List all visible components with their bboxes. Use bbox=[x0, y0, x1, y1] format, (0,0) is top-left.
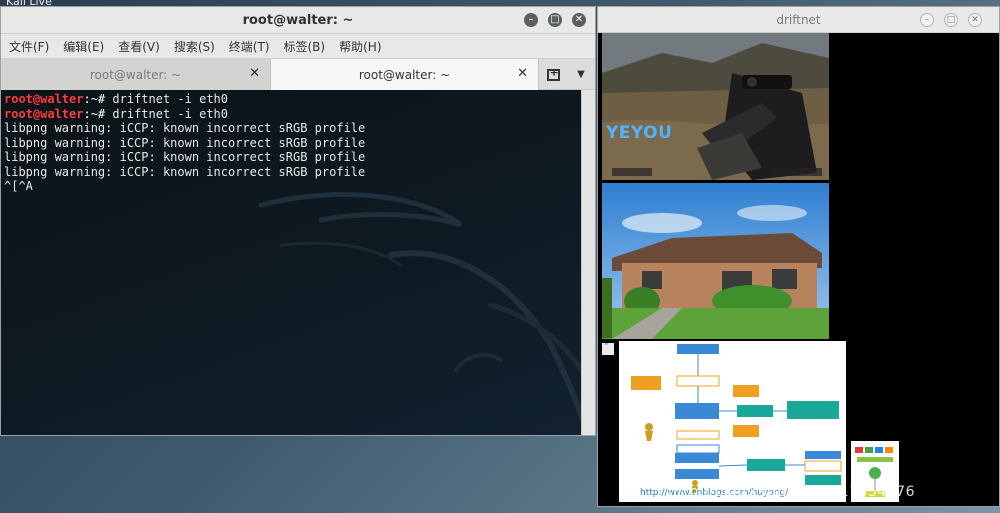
tab-close-icon[interactable]: ✕ bbox=[249, 66, 260, 81]
prompt-user: root@walter bbox=[4, 92, 84, 106]
prompt-line-1: root@walter:~# driftnet -i eth0 bbox=[4, 92, 228, 106]
menu-help[interactable]: 帮助(H) bbox=[339, 38, 381, 55]
tab-terminal-2[interactable]: root@walter: ~ ✕ bbox=[271, 59, 539, 90]
terminal-tabbar: root@walter: ~ ✕ root@walter: ~ ✕ ▼ bbox=[1, 59, 595, 90]
terminal-output-area[interactable]: root@walter:~# driftnet -i eth0 root@wal… bbox=[1, 90, 581, 435]
command-text: driftnet -i eth0 bbox=[105, 106, 228, 121]
watermark-text: http://blog.csdn.net/u011554976 bbox=[668, 484, 915, 500]
output-line: libpng warning: iCCP: known incorrect sR… bbox=[4, 135, 366, 150]
prompt-path: :~# bbox=[83, 92, 106, 106]
chevron-down-icon: ▼ bbox=[577, 69, 585, 80]
close-icon[interactable]: ✕ bbox=[968, 13, 982, 27]
broken-image-icon: “ bbox=[602, 343, 614, 355]
game-overlay-text: YEYOU bbox=[606, 123, 673, 143]
close-icon[interactable]: ✕ bbox=[572, 13, 586, 27]
driftnet-window: driftnet – □ ✕ YEYOU “ http://www.cnblog… bbox=[597, 6, 1000, 507]
tab-label: root@walter: ~ bbox=[89, 67, 182, 82]
maximize-icon[interactable]: □ bbox=[548, 13, 562, 27]
command-text: driftnet -i eth0 bbox=[105, 92, 228, 106]
minimize-icon[interactable]: – bbox=[524, 13, 538, 27]
menu-terminal[interactable]: 终端(T) bbox=[229, 38, 270, 55]
output-line: libpng warning: iCCP: known incorrect sR… bbox=[4, 164, 366, 179]
driftnet-title: driftnet bbox=[776, 13, 821, 27]
kali-dragon-logo bbox=[258, 192, 581, 423]
output-line: libpng warning: iCCP: known incorrect sR… bbox=[4, 121, 366, 135]
menu-tabs[interactable]: 标签(B) bbox=[284, 38, 326, 55]
tab-close-icon[interactable]: ✕ bbox=[517, 66, 528, 81]
flowchart-image[interactable]: http://www.cnblogs.com/huyong/ bbox=[619, 341, 846, 502]
output-line: libpng warning: iCCP: known incorrect sR… bbox=[4, 150, 366, 164]
menu-search[interactable]: 搜索(S) bbox=[174, 38, 215, 55]
minimize-icon[interactable]: – bbox=[920, 13, 934, 27]
output-line: ^[^A bbox=[4, 179, 33, 193]
prompt-user: root@walter bbox=[4, 106, 84, 121]
driftnet-titlebar[interactable]: driftnet – □ ✕ bbox=[598, 7, 999, 33]
terminal-scrollbar[interactable] bbox=[581, 90, 595, 435]
new-tab-button[interactable] bbox=[539, 59, 567, 90]
menu-edit[interactable]: 编辑(E) bbox=[63, 38, 104, 55]
tab-terminal-1[interactable]: root@walter: ~ ✕ bbox=[1, 59, 271, 90]
prompt-path: :~# bbox=[83, 106, 106, 121]
game-screenshot-image[interactable]: YEYOU bbox=[602, 33, 829, 180]
menu-view[interactable]: 查看(V) bbox=[118, 38, 160, 55]
house-photo-image[interactable] bbox=[602, 183, 829, 339]
terminal-titlebar[interactable]: root@walter: ~ – □ ✕ bbox=[1, 7, 595, 34]
prompt-line-2: root@walter:~# driftnet -i eth0 bbox=[4, 107, 228, 121]
maximize-icon[interactable]: □ bbox=[944, 13, 958, 27]
new-tab-icon bbox=[546, 66, 560, 81]
terminal-text: root@walter:~# driftnet -i eth0 root@wal… bbox=[4, 92, 365, 194]
tab-menu-button[interactable]: ▼ bbox=[567, 59, 595, 90]
tab-label: root@walter: ~ bbox=[358, 67, 451, 82]
terminal-title: root@walter: ~ bbox=[242, 13, 354, 28]
menu-file[interactable]: 文件(F) bbox=[9, 38, 49, 55]
terminal-window: root@walter: ~ – □ ✕ 文件(F) 编辑(E) 查看(V) 搜… bbox=[0, 6, 596, 436]
terminal-menubar: 文件(F) 编辑(E) 查看(V) 搜索(S) 终端(T) 标签(B) 帮助(H… bbox=[1, 34, 595, 59]
